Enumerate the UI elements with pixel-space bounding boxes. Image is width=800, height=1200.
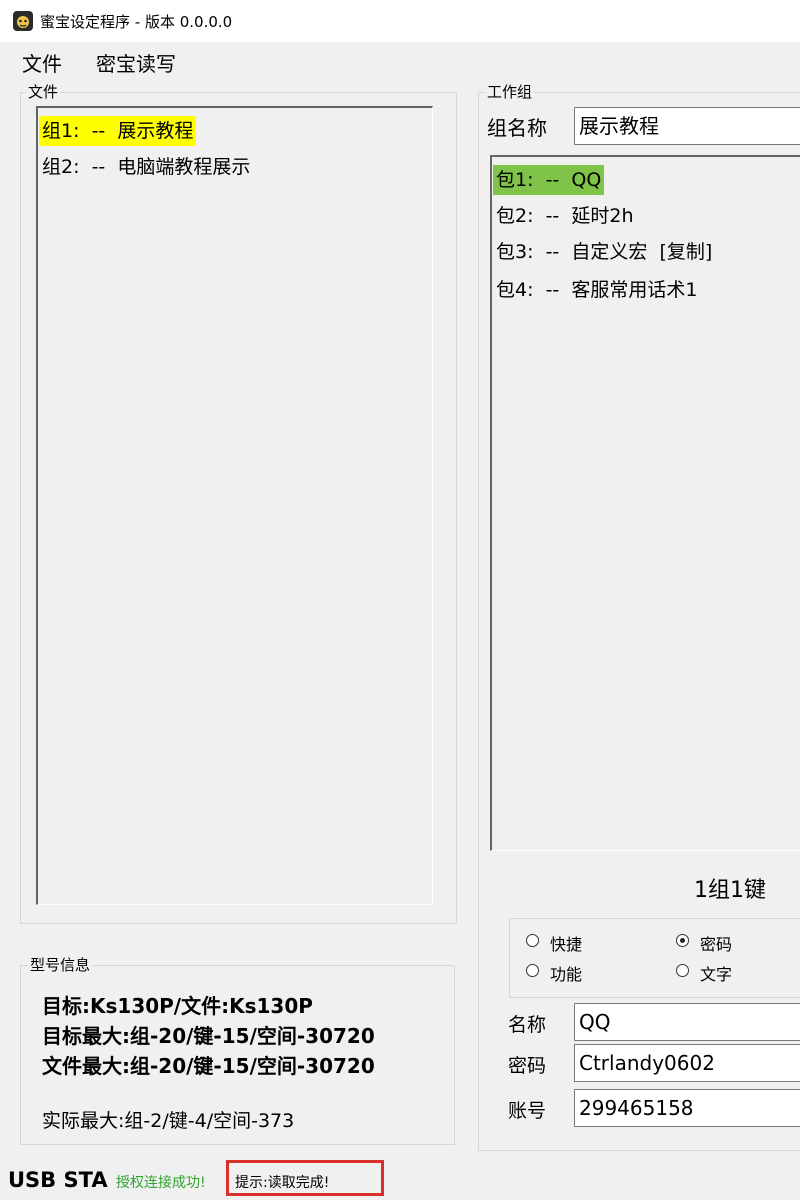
file-panel-label: 文件 <box>26 81 61 102</box>
package-list-item[interactable]: 包1: -- QQ <box>493 165 605 195</box>
group-name-label: 组名称 <box>487 116 547 140</box>
package-list-item[interactable]: 包4: -- 客服常用话术1 <box>493 275 700 305</box>
radio-text-label[interactable]: 文字 <box>700 961 732 985</box>
name-label: 名称 <box>508 1014 547 1036</box>
password-label: 密码 <box>508 1055 547 1077</box>
password-input[interactable]: Ctrlandy0602 <box>574 1044 800 1082</box>
actual-max-info: 实际最大:组-2/键-4/空间-373 <box>42 1110 295 1132</box>
radio-selected-dot <box>680 938 685 943</box>
model-info-label: 型号信息 <box>28 954 93 975</box>
menu-read-write[interactable]: 密宝读写 <box>96 48 176 77</box>
account-input[interactable]: 299465158 <box>574 1089 800 1127</box>
key-count: 1组1键 <box>694 878 766 903</box>
radio-function-label[interactable]: 功能 <box>550 961 582 985</box>
radio-password[interactable] <box>676 934 689 947</box>
key-type-groupbox <box>509 918 800 998</box>
radio-function[interactable] <box>526 964 539 977</box>
group-name-input[interactable]: 展示教程 <box>574 107 800 145</box>
radio-password-label[interactable]: 密码 <box>700 931 732 955</box>
window-title: 蜜宝设定程序 - 版本 0.0.0.0 <box>40 13 233 31</box>
menu-file[interactable]: 文件 <box>22 48 62 77</box>
usb-status: USB STA <box>8 1168 108 1192</box>
group-list-item[interactable]: 组1: -- 展示教程 <box>39 116 197 146</box>
group-list[interactable]: 组1: -- 展示教程 组2: -- 电脑端教程展示 <box>36 106 433 905</box>
package-list[interactable]: 包1: -- QQ 包2: -- 延时2h 包3: -- 自定义宏 [复制] 包… <box>490 155 800 851</box>
file-max-info: 文件最大:组-20/键-15/空间-30720 <box>42 1054 375 1078</box>
radio-shortcut-label[interactable]: 快捷 <box>550 931 582 955</box>
package-list-item[interactable]: 包2: -- 延时2h <box>493 201 637 231</box>
target-info: 目标:Ks130P/文件:Ks130P <box>42 994 313 1018</box>
auth-status: 授权连接成功! <box>116 1175 206 1191</box>
hint-status: 提示:读取完成! <box>235 1175 330 1191</box>
account-label: 账号 <box>508 1100 547 1122</box>
group-list-item[interactable]: 组2: -- 电脑端教程展示 <box>39 152 253 182</box>
package-list-item[interactable]: 包3: -- 自定义宏 [复制] <box>493 237 715 267</box>
radio-text[interactable] <box>676 964 689 977</box>
target-max-info: 目标最大:组-20/键-15/空间-30720 <box>42 1024 375 1048</box>
app-logo-icon <box>12 10 34 32</box>
name-input[interactable]: QQ <box>574 1003 800 1041</box>
work-group-label: 工作组 <box>485 81 535 102</box>
radio-shortcut[interactable] <box>526 934 539 947</box>
